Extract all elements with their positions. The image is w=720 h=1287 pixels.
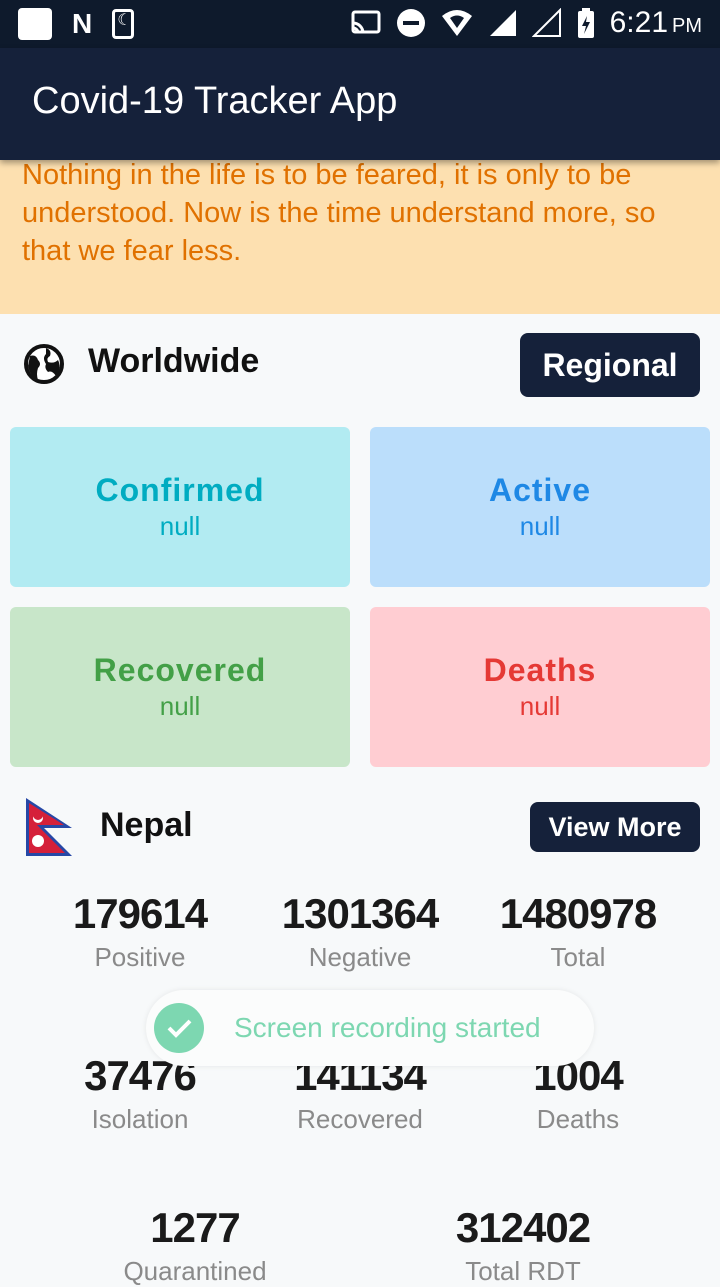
stat-total-rdt: 312402 Total RDT [403, 1204, 643, 1287]
nepal-title: Nepal [100, 806, 193, 844]
stat-positive: 179614 Positive [20, 890, 260, 973]
stat-negative: 1301364 Negative [240, 890, 480, 973]
stat-label: Positive [94, 942, 186, 972]
signal-empty-icon [531, 8, 561, 37]
clock: 6:21 PM [609, 6, 702, 39]
stat-label: Isolation [91, 1104, 189, 1134]
app-title: Covid-19 Tracker App [32, 80, 398, 122]
battery-charging-icon [577, 8, 594, 38]
toast-text: Screen recording started [234, 1012, 541, 1043]
moon-notification-icon [112, 9, 135, 39]
stat-value: 1301364 [281, 890, 440, 937]
deaths-value: null [519, 691, 561, 721]
recovered-card[interactable]: Recovered null [10, 607, 350, 767]
active-label: Active [488, 472, 592, 508]
confirmed-value: null [159, 511, 201, 541]
stat-value: 1277 [150, 1204, 240, 1251]
confirmed-card[interactable]: Confirmed null [10, 427, 350, 587]
active-card[interactable]: Active null [370, 427, 710, 587]
recovered-value: null [159, 691, 201, 721]
app-bar: Covid-19 Tracker App [0, 48, 720, 160]
globe-icon [24, 344, 64, 384]
nepal-flag-icon [26, 798, 72, 856]
stat-label: Total RDT [465, 1256, 581, 1286]
regional-button[interactable]: Regional [520, 333, 700, 397]
stat-quarantined: 1277 Quarantined [75, 1204, 315, 1287]
nepal-header: Nepal View More [0, 792, 720, 862]
stat-label: Deaths [536, 1104, 620, 1134]
stat-label: Total [550, 942, 606, 972]
status-bar: N 6:21PM [0, 0, 720, 48]
stat-label: Negative [308, 942, 412, 972]
view-more-button[interactable]: View More [530, 802, 700, 852]
stat-total: 1480978 Total [458, 890, 698, 973]
cast-icon [351, 10, 381, 34]
check-circle-icon [154, 1003, 204, 1053]
quote-text: Nothing in the life is to be feared, it … [22, 159, 656, 267]
do-not-disturb-icon [396, 9, 425, 37]
deaths-label: Deaths [483, 652, 597, 688]
wifi-icon [441, 10, 472, 36]
stat-value: 1480978 [499, 890, 658, 937]
quote-banner: Nothing in the life is to be feared, it … [0, 159, 720, 314]
stat-label: Recovered [297, 1104, 423, 1134]
confirmed-label: Confirmed [95, 472, 265, 508]
n-notification-icon: N [72, 8, 93, 39]
worldwide-title: Worldwide [88, 342, 260, 380]
active-value: null [519, 511, 561, 541]
recovered-label: Recovered [93, 652, 267, 688]
signal-full-icon [489, 10, 516, 36]
worldwide-header: Worldwide Regional [0, 330, 720, 400]
stat-label: Quarantined [123, 1256, 267, 1286]
stat-value: 179614 [72, 890, 208, 937]
notification-square-icon [18, 8, 52, 40]
stat-value: 312402 [455, 1204, 591, 1251]
screen-recording-toast: Screen recording started [146, 990, 594, 1066]
deaths-card[interactable]: Deaths null [370, 607, 710, 767]
